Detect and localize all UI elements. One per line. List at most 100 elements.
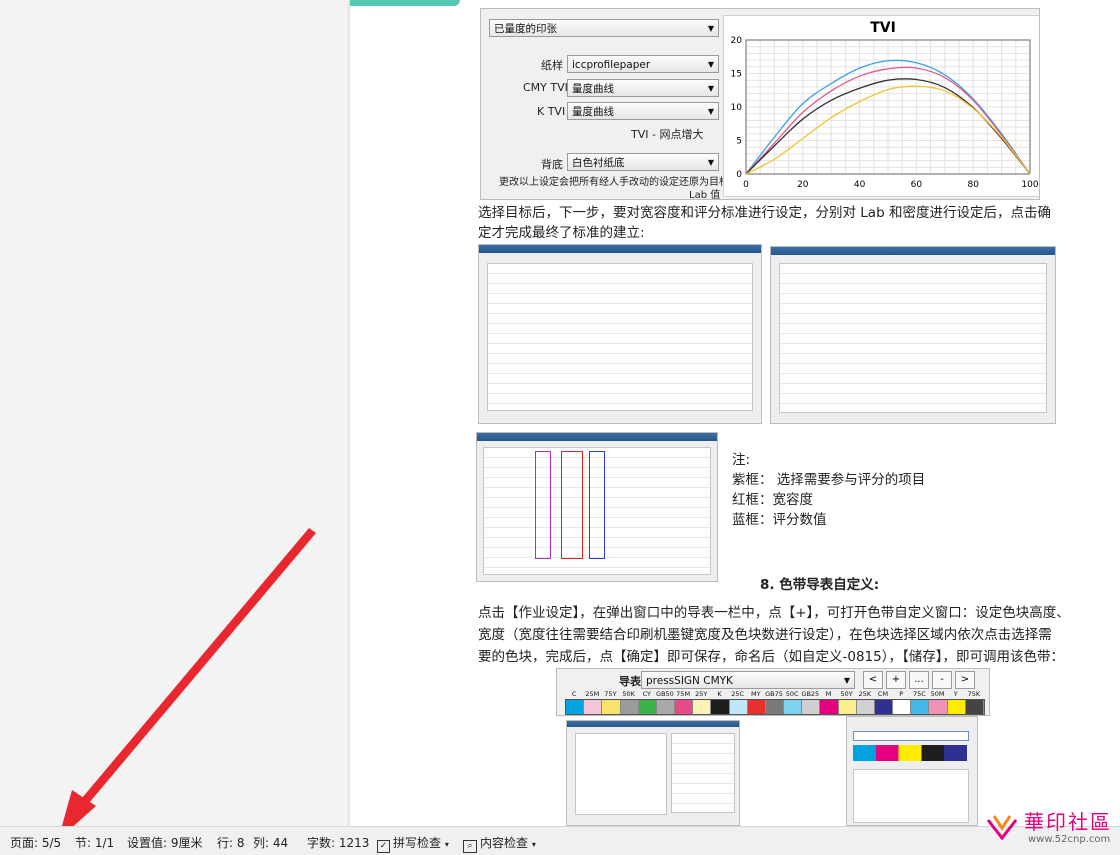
color-patch (874, 700, 894, 714)
color-patch (675, 700, 694, 714)
strip-nav-button: < (863, 671, 883, 689)
color-patch (947, 700, 966, 714)
color-patch (656, 700, 676, 714)
left-gray-area (0, 0, 350, 826)
background-label: 背底 (541, 158, 563, 171)
color-patch (838, 700, 857, 714)
status-row[interactable]: 行: 8 (217, 834, 245, 851)
color-patch (929, 700, 948, 714)
x-tick-label: 100 (1021, 180, 1038, 190)
k-tvi-dropdown: 量度曲线 ▼ (567, 102, 719, 120)
watermark-logo-icon (986, 815, 1018, 841)
strip-nav-button: ... (909, 671, 929, 689)
content-check-icon: ⌕ (463, 840, 477, 853)
watermark-url: www.52cnp.com (1028, 834, 1111, 845)
x-tick-label: 0 (743, 180, 749, 190)
section-heading: 8. 色带导表自定义: (760, 577, 880, 593)
status-word-count[interactable]: 字数: 1213 (307, 834, 369, 851)
strip-name-field (853, 731, 969, 741)
color-patch (856, 700, 875, 714)
x-tick-label: 40 (854, 180, 866, 190)
paragraph-2-line-3: 要的色块，完成后，点【确定】即可保存，命名后（如自定义-0815），【储存】，即… (478, 649, 1064, 665)
x-tick-label: 60 (911, 180, 923, 190)
strip-nav-button: + (886, 671, 906, 689)
color-patch (802, 700, 821, 714)
tolerance-screenshot-right (770, 246, 1056, 424)
x-tick-label: 20 (797, 180, 809, 190)
status-page[interactable]: 页面: 5/5 (10, 834, 61, 851)
strip-nav-button: > (955, 671, 975, 689)
strip-editor-screenshot (566, 720, 740, 826)
x-tick-label: 80 (967, 180, 979, 190)
window-titlebar (771, 247, 1055, 255)
k-tvi-label: K TVI (537, 105, 566, 118)
scoring-frames-screenshot (476, 432, 718, 582)
status-col[interactable]: 列: 44 (253, 834, 288, 851)
paper-dropdown: iccprofilepaper ▼ (567, 55, 719, 73)
settings-table (487, 263, 753, 411)
cmy-tvi-label: CMY TVI (523, 81, 568, 94)
note-red-frame: 红框：宽容度 (732, 492, 813, 508)
tvi-caption: TVI - 网点增大 (631, 128, 704, 141)
window-titlebar (567, 721, 739, 727)
color-patch (693, 700, 712, 714)
color-patch (584, 700, 603, 714)
strip-list (853, 769, 969, 823)
chart-title: TVI (870, 20, 896, 36)
color-patch (638, 700, 657, 714)
status-position[interactable]: 设置值: 9厘米 (127, 834, 203, 851)
paper-label: 纸样 (541, 59, 563, 72)
content-check-button[interactable]: ⌕ 内容检查 ▾ (463, 834, 536, 853)
window-titlebar (477, 433, 717, 441)
y-tick-label: 5 (736, 137, 742, 147)
tvi-settings-screenshot: 已量度的印张 ▼ 纸样 iccprofilepaper ▼ CMY TVI 量度曲线… (480, 8, 1040, 200)
note-blue-frame: 蓝框：评分数值 (732, 512, 827, 528)
strip-button-group: < +... - > (863, 671, 975, 689)
background-dropdown: 白色衬纸底 ▼ (567, 153, 719, 171)
spell-check-button[interactable]: ✓ 拼写检查 ▾ (377, 834, 449, 853)
patch-color-row (565, 699, 985, 715)
spell-check-label: 拼写检查 (393, 836, 442, 850)
watermark: 華印社區 www.52cnp.com (984, 804, 1114, 850)
purple-frame (535, 451, 551, 559)
paragraph-1-line-1: 选择目标后，下一步，要对宽容度和评分标准进行设定，分别对 Lab 和密度进行设定… (478, 205, 1051, 221)
paragraph-2-line-1: 点击【作业设定】，在弹出窗口中的导表一栏中，点【+】，可打开色带自定义窗口：设定… (478, 605, 1070, 621)
tvi-chart: TVI 0 20 40 60 80 100 0 5 10 15 20 (723, 15, 1039, 197)
strip-preview (853, 745, 967, 761)
window-titlebar (479, 245, 761, 253)
color-patch (765, 700, 785, 714)
tolerance-screenshot-left (478, 244, 762, 424)
measured-sheet-dropdown: 已量度的印张 ▼ (489, 19, 719, 37)
y-tick-label: 20 (731, 36, 743, 46)
header-decoration (350, 0, 460, 6)
status-bar: 页面: 5/5 节: 1/1 设置值: 9厘米 行: 8 列: 44 字数: 1… (0, 826, 1120, 855)
color-patch (893, 700, 912, 714)
y-tick-label: 10 (731, 103, 743, 113)
settings-note-line2: Lab 值 (689, 190, 721, 200)
color-patch (784, 700, 803, 714)
color-patch (820, 700, 839, 714)
patch-selection-area (575, 733, 667, 815)
status-section[interactable]: 节: 1/1 (75, 834, 114, 851)
watermark-brand: 華印社區 (1024, 810, 1112, 834)
color-patch (965, 700, 984, 714)
spell-check-icon: ✓ (377, 840, 390, 853)
y-tick-label: 15 (731, 70, 742, 80)
strip-save-screenshot (846, 716, 978, 826)
note-title: 注: (732, 452, 751, 468)
content-check-label: 内容检查 (480, 836, 529, 850)
chevron-down-icon: ▾ (444, 840, 449, 849)
color-patch (911, 700, 930, 714)
paragraph-2-line-2: 宽度（宽度往往需要结合印刷机墨键宽度及色块数进行设定），在色块选择区域内依次点击… (478, 627, 1052, 643)
y-tick-label: 0 (736, 170, 742, 180)
document-page[interactable]: 已量度的印张 ▼ 纸样 iccprofilepaper ▼ CMY TVI 量度曲线… (350, 0, 1120, 826)
settings-table (779, 263, 1047, 413)
red-frame (561, 451, 583, 559)
strip-label: 导表 (619, 675, 641, 688)
color-patch (711, 700, 730, 714)
paragraph-1-line-2: 定才完成最终了标准的建立: (478, 225, 645, 241)
color-patch (729, 700, 748, 714)
cmy-tvi-dropdown: 量度曲线 ▼ (567, 79, 719, 97)
patch-table (671, 733, 735, 813)
color-strip-screenshot: 导表 pressSIGN CMYK ▼ < +... - > C 25M 75Y 50K CY G… (556, 668, 990, 716)
